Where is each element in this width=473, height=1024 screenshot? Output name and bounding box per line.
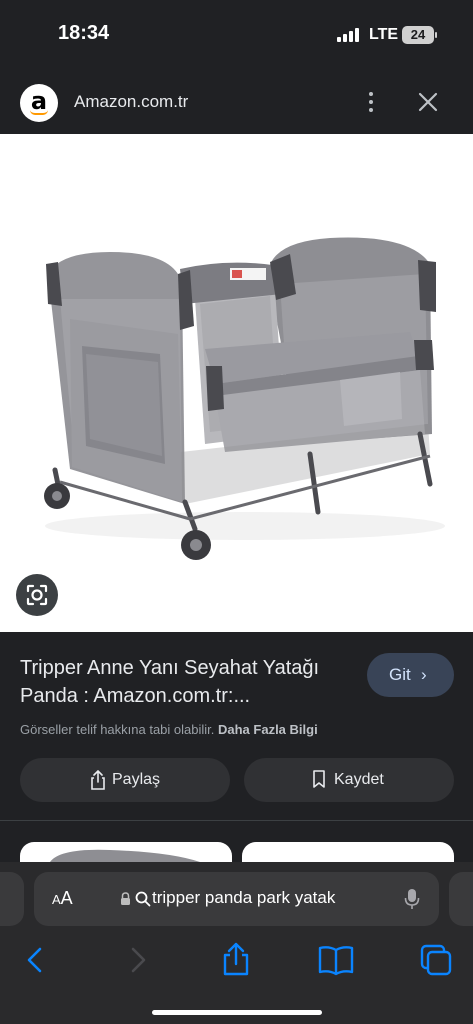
save-label: Kaydet: [334, 771, 384, 788]
lens-icon[interactable]: [16, 574, 58, 616]
divider: [0, 820, 473, 821]
battery-level: 24: [410, 27, 426, 42]
site-header: a Amazon.com.tr: [0, 70, 473, 134]
copyright-note: Görseller telif hakkına tabi olabilir. D…: [20, 722, 318, 737]
close-icon[interactable]: [414, 88, 442, 116]
book-icon[interactable]: [316, 940, 356, 980]
more-vertical-icon[interactable]: [360, 88, 382, 116]
text-size-button[interactable]: AA: [52, 888, 73, 909]
text-size-big-a: A: [60, 888, 73, 908]
copyright-text: Görseller telif hakkına tabi olabilir.: [20, 722, 215, 737]
search-icon: [135, 891, 151, 907]
amazon-logo-icon: a: [20, 84, 58, 122]
forward-icon[interactable]: [118, 940, 158, 980]
back-icon[interactable]: [15, 940, 55, 980]
address-text: tripper panda park yatak: [152, 888, 336, 907]
signal-icon: [337, 28, 361, 42]
visit-button-label: Git: [389, 665, 411, 684]
share-icon[interactable]: [216, 940, 256, 980]
product-image[interactable]: [0, 134, 473, 632]
lock-icon: [121, 892, 130, 905]
share-button[interactable]: Paylaş: [20, 758, 230, 802]
share-label: Paylaş: [112, 771, 161, 788]
browser-address-row: AA tripper panda park yatak: [0, 862, 473, 936]
site-title[interactable]: Amazon.com.tr: [74, 92, 188, 112]
save-button[interactable]: Kaydet: [244, 758, 454, 802]
related-thumbnail[interactable]: [242, 842, 454, 862]
bookmark-icon: [313, 770, 325, 788]
text-size-small-a: A: [52, 892, 61, 907]
status-time: 18:34: [58, 22, 110, 44]
status-bar: 18:34 LTE 24: [0, 0, 473, 70]
visit-button[interactable]: Git ›: [367, 653, 454, 697]
related-thumbnail[interactable]: [20, 842, 232, 862]
battery-icon: 24: [402, 26, 437, 44]
next-tab-preview[interactable]: [449, 872, 473, 926]
share-icon: [91, 770, 105, 790]
network-label: LTE: [369, 26, 399, 43]
home-indicator[interactable]: [152, 1010, 322, 1015]
result-title[interactable]: Tripper Anne Yanı Seyahat Yatağı Panda :…: [20, 654, 350, 710]
result-info-panel: Tripper Anne Yanı Seyahat Yatağı Panda :…: [0, 632, 473, 862]
more-info-link[interactable]: Daha Fazla Bilgi: [218, 722, 318, 737]
previous-tab-preview[interactable]: [0, 872, 24, 926]
browser-nav-row: [0, 936, 473, 1024]
tabs-icon[interactable]: [416, 940, 456, 980]
chevron-right-icon: ›: [421, 665, 427, 684]
microphone-icon[interactable]: [404, 888, 420, 910]
address-bar[interactable]: AA tripper panda park yatak: [34, 872, 439, 926]
travel-cot-illustration: [44, 237, 445, 560]
